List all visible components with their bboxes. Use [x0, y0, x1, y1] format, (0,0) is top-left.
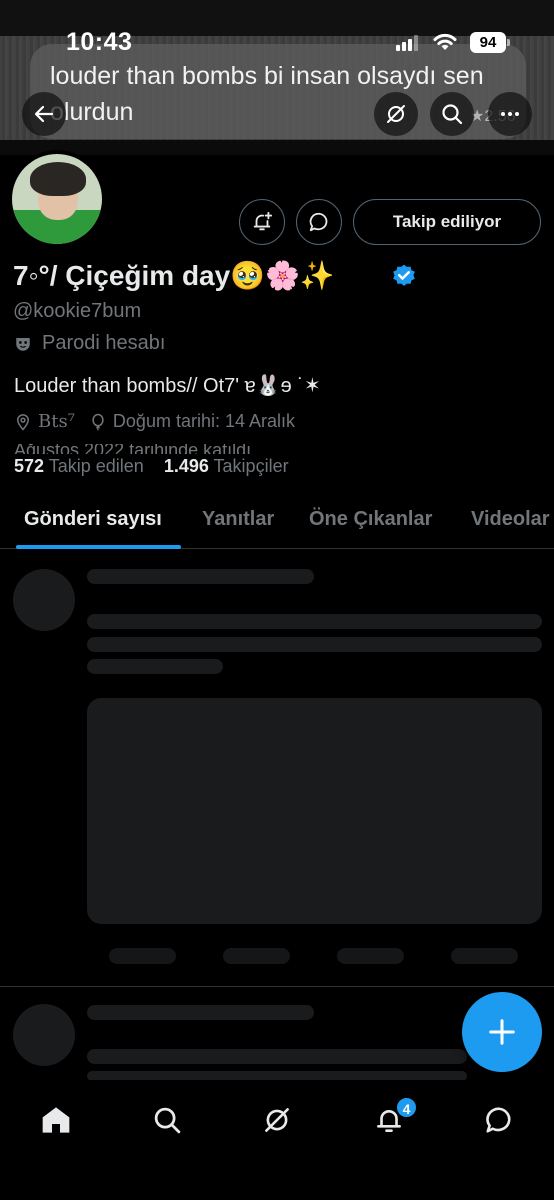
following-button[interactable]: Takip ediliyor	[353, 199, 541, 245]
skeleton-action	[451, 948, 518, 964]
grok-button[interactable]	[374, 92, 418, 136]
profile-meta: Bts⁷ Doğum tarihi: 14 Aralık	[14, 411, 309, 432]
grok-icon	[265, 1108, 289, 1132]
parody-label: Parodi hesabı	[14, 332, 165, 355]
divider	[0, 986, 554, 987]
battery-indicator: 94	[470, 32, 510, 53]
nav-messages[interactable]	[479, 1100, 519, 1140]
follow-counts: 572 Takip edilen 1.496 Takipçiler	[14, 456, 295, 477]
skeleton-media	[87, 698, 542, 924]
skeleton-line	[87, 637, 542, 652]
skeleton-line	[87, 1005, 314, 1020]
location-text: Bts⁷	[38, 411, 75, 432]
display-name: 7◦°/ Çiçeğim day🥹🌸✨	[13, 260, 335, 291]
message-button[interactable]	[296, 199, 342, 245]
following-count: 572	[14, 456, 45, 476]
followers-label: Takipçiler	[213, 456, 289, 476]
plus-icon	[489, 1019, 515, 1045]
skeleton-line	[87, 1049, 467, 1064]
tab-posts[interactable]: Gönderi sayısı	[24, 508, 162, 531]
skeleton-line	[87, 569, 314, 584]
mask-icon	[16, 337, 30, 351]
home-icon	[42, 1107, 70, 1133]
status-bar: 10:43 94	[0, 22, 554, 62]
skeleton-action	[109, 948, 176, 964]
active-tab-indicator	[16, 545, 181, 549]
skeleton-line	[87, 659, 223, 674]
avatar[interactable]	[8, 150, 106, 248]
birthday-item: Doğum tarihi: 14 Aralık	[89, 411, 295, 432]
tab-replies[interactable]: Yanıtlar	[202, 508, 274, 531]
location-pin-icon	[16, 413, 30, 431]
parody-text: Parodi hesabı	[42, 332, 166, 354]
banner-bottom-strip	[0, 140, 554, 155]
chat-bubble-icon	[309, 212, 328, 232]
bio: Louder than bombs// Ot7' ɐ🐰ɘ ˙✶	[14, 375, 321, 397]
birthday-text: Doğum tarihi: 14 Aralık	[112, 411, 296, 431]
bell-plus-icon	[253, 211, 273, 231]
compose-post-button[interactable]	[462, 992, 542, 1072]
arrow-left-icon	[34, 105, 54, 123]
nav-home[interactable]	[36, 1100, 76, 1140]
messages-icon	[486, 1107, 511, 1133]
tab-highlights[interactable]: Öne Çıkanlar	[309, 508, 432, 531]
bottom-navigation	[0, 1080, 554, 1200]
balloon-icon	[92, 413, 104, 431]
grok-icon	[387, 105, 405, 123]
cellular-signal-icon	[396, 35, 418, 51]
skeleton-line	[87, 614, 542, 629]
more-button[interactable]	[488, 92, 532, 136]
avatar-image	[12, 154, 102, 244]
notify-button[interactable]	[239, 199, 285, 245]
following-label: Takip edilen	[48, 456, 144, 476]
profile-tabs: Gönderi sayısı Yanıtlar Öne Çıkanlar Vid…	[0, 495, 554, 549]
wifi-icon	[433, 33, 457, 50]
back-button[interactable]	[22, 92, 66, 136]
nav-search[interactable]	[147, 1100, 187, 1140]
joined-text: Ağustos 2022 tarihinde katıldı	[14, 444, 252, 454]
handle: @kookie7bum	[13, 300, 142, 322]
tab-videos[interactable]: Videolar	[471, 508, 550, 531]
status-time: 10:43	[66, 28, 133, 56]
followers-count: 1.496	[163, 456, 209, 476]
following-link[interactable]: 572 Takip edilen	[14, 456, 144, 476]
nav-grok[interactable]	[257, 1100, 297, 1140]
search-icon	[154, 1107, 181, 1134]
skeleton-avatar	[13, 1004, 75, 1066]
skeleton-avatar	[13, 569, 75, 631]
verified-badge-icon[interactable]	[391, 263, 417, 289]
skeleton-action	[337, 948, 404, 964]
notification-badge: 4	[395, 1096, 418, 1119]
more-icon	[501, 112, 519, 116]
skeleton-action	[223, 948, 290, 964]
joined-date: Ağustos 2022 tarihinde katıldı	[14, 444, 334, 454]
search-icon	[442, 104, 463, 125]
location-item: Bts⁷	[14, 411, 75, 432]
search-button[interactable]	[430, 92, 474, 136]
followers-link[interactable]: 1.496 Takipçiler	[164, 456, 289, 476]
